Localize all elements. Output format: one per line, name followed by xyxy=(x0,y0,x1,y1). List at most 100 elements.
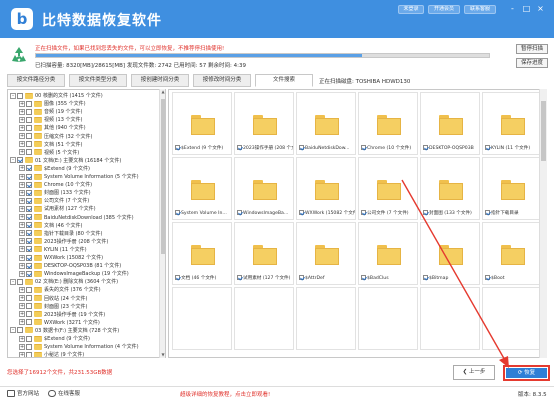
tree-checkbox[interactable] xyxy=(26,295,32,301)
tree-checkbox[interactable] xyxy=(17,157,23,164)
scroll-down-icon[interactable]: ▼ xyxy=(160,352,166,358)
tab-by-modified[interactable]: 按修改时间分类 xyxy=(193,74,251,87)
tree-node[interactable]: + 小秘达 (9 个文件) xyxy=(19,351,84,357)
tile-checkbox[interactable] xyxy=(237,145,242,150)
tree-scroll-thumb[interactable] xyxy=(161,99,165,254)
pause-scan-button[interactable]: 暂停扫描 xyxy=(516,44,548,54)
file-tile[interactable]: $Boot xyxy=(482,222,542,285)
file-tile[interactable]: 指针下载目录 xyxy=(482,157,542,220)
expand-icon[interactable]: + xyxy=(19,214,25,220)
grid-scroll-thumb[interactable] xyxy=(541,101,546,161)
expand-icon[interactable]: + xyxy=(19,246,25,253)
expand-icon[interactable]: + xyxy=(19,205,25,212)
tree-checkbox[interactable] xyxy=(26,124,32,131)
tile-checkbox[interactable] xyxy=(423,275,428,280)
collapse-icon[interactable]: - xyxy=(10,278,16,285)
previous-step-button[interactable]: ❮ 上一步 xyxy=(453,365,495,380)
tree-checkbox[interactable] xyxy=(26,286,32,293)
expand-icon[interactable]: + xyxy=(19,303,25,310)
tree-checkbox[interactable] xyxy=(26,343,32,350)
tile-checkbox[interactable] xyxy=(423,210,428,215)
file-tile[interactable] xyxy=(358,287,418,350)
tree-checkbox[interactable] xyxy=(26,214,32,220)
file-tile[interactable] xyxy=(296,287,356,350)
file-tile[interactable] xyxy=(172,287,232,350)
file-tile[interactable] xyxy=(420,287,480,350)
file-tile[interactable]: 2023操作手册 (208 个文件) xyxy=(234,92,294,155)
close-icon[interactable]: × xyxy=(536,4,545,13)
expand-icon[interactable]: + xyxy=(19,286,25,293)
file-tile[interactable]: 文档 (46 个文件) xyxy=(172,222,232,285)
file-tile[interactable]: 封面图 (133 个文件) xyxy=(420,157,480,220)
tree-checkbox[interactable] xyxy=(26,116,32,123)
tile-checkbox[interactable] xyxy=(361,145,366,150)
tree-checkbox[interactable] xyxy=(26,173,32,180)
tab-by-type[interactable]: 按文件类型分类 xyxy=(69,74,127,87)
expand-icon[interactable]: + xyxy=(19,141,25,148)
expand-icon[interactable]: + xyxy=(19,173,25,180)
expand-icon[interactable]: + xyxy=(19,100,25,107)
expand-icon[interactable]: + xyxy=(19,149,25,156)
tree-checkbox[interactable] xyxy=(26,311,32,318)
expand-icon[interactable]: + xyxy=(19,343,25,350)
grid-scrollbar[interactable] xyxy=(539,89,547,358)
save-progress-button[interactable]: 保存进度 xyxy=(516,58,548,68)
expand-icon[interactable]: + xyxy=(19,181,25,188)
tree-checkbox[interactable] xyxy=(26,197,32,204)
tile-checkbox[interactable] xyxy=(237,275,242,280)
tree-checkbox[interactable] xyxy=(26,262,32,269)
tile-checkbox[interactable] xyxy=(485,145,490,150)
tree-checkbox[interactable] xyxy=(26,222,32,229)
expand-icon[interactable]: + xyxy=(19,335,25,342)
file-tile[interactable]: $AttrDef xyxy=(296,222,356,285)
tree-checkbox[interactable] xyxy=(17,92,23,99)
tree-checkbox[interactable] xyxy=(26,246,32,253)
tile-checkbox[interactable] xyxy=(237,210,242,215)
tree-checkbox[interactable] xyxy=(26,319,32,326)
tile-checkbox[interactable] xyxy=(175,275,180,280)
tab-file-search[interactable]: 文件搜索 xyxy=(255,74,313,87)
tree-checkbox[interactable] xyxy=(26,141,32,148)
expand-icon[interactable]: + xyxy=(19,311,25,318)
folder-tree[interactable]: - 00 核删的文件 (1415 个文件) + 图像 (355 个文件) + 音频 (19… xyxy=(7,89,166,358)
expand-icon[interactable]: + xyxy=(19,230,25,237)
official-site-link[interactable]: 官方网站 xyxy=(7,390,39,398)
vip-button[interactable]: 开通会员 xyxy=(428,5,460,14)
file-tile[interactable]: $Extend (9 个文件) xyxy=(172,92,232,155)
expand-icon[interactable]: + xyxy=(19,295,25,301)
file-tile[interactable]: 试用素材 (127 个文件) xyxy=(234,222,294,285)
file-tile[interactable] xyxy=(234,287,294,350)
expand-icon[interactable]: + xyxy=(19,319,25,326)
tile-checkbox[interactable] xyxy=(361,210,366,215)
tree-checkbox[interactable] xyxy=(26,303,32,310)
online-support-link[interactable]: 在线客服 xyxy=(48,390,80,398)
tile-checkbox[interactable] xyxy=(299,210,304,215)
tab-by-created[interactable]: 按创建时间分类 xyxy=(131,74,189,87)
file-tile[interactable]: System Volume In... xyxy=(172,157,232,220)
tile-checkbox[interactable] xyxy=(299,145,304,150)
tree-checkbox[interactable] xyxy=(17,327,23,334)
scroll-up-icon[interactable]: ▲ xyxy=(160,89,166,95)
expand-icon[interactable]: + xyxy=(19,108,25,115)
tree-checkbox[interactable] xyxy=(26,230,32,237)
tree-checkbox[interactable] xyxy=(26,254,32,261)
tree-checkbox[interactable] xyxy=(26,165,32,172)
login-button[interactable]: 未登录 xyxy=(398,5,424,14)
collapse-icon[interactable]: - xyxy=(10,92,16,99)
tree-checkbox[interactable] xyxy=(26,351,32,357)
tile-checkbox[interactable] xyxy=(423,145,428,150)
tile-checkbox[interactable] xyxy=(299,275,304,280)
expand-icon[interactable]: + xyxy=(19,197,25,204)
collapse-icon[interactable]: - xyxy=(10,157,16,164)
tree-checkbox[interactable] xyxy=(26,108,32,115)
tile-checkbox[interactable] xyxy=(175,145,180,150)
file-tile[interactable] xyxy=(482,287,542,350)
tree-checkbox[interactable] xyxy=(26,181,32,188)
expand-icon[interactable]: + xyxy=(19,262,25,269)
file-tile[interactable]: $Bitmap xyxy=(420,222,480,285)
expand-icon[interactable]: + xyxy=(19,124,25,131)
file-tile[interactable]: KYLIN (11 个文件) xyxy=(482,92,542,155)
file-tile[interactable]: 公司文件 (7 个文件) xyxy=(358,157,418,220)
tree-checkbox[interactable] xyxy=(26,189,32,196)
collapse-icon[interactable]: - xyxy=(10,327,16,334)
